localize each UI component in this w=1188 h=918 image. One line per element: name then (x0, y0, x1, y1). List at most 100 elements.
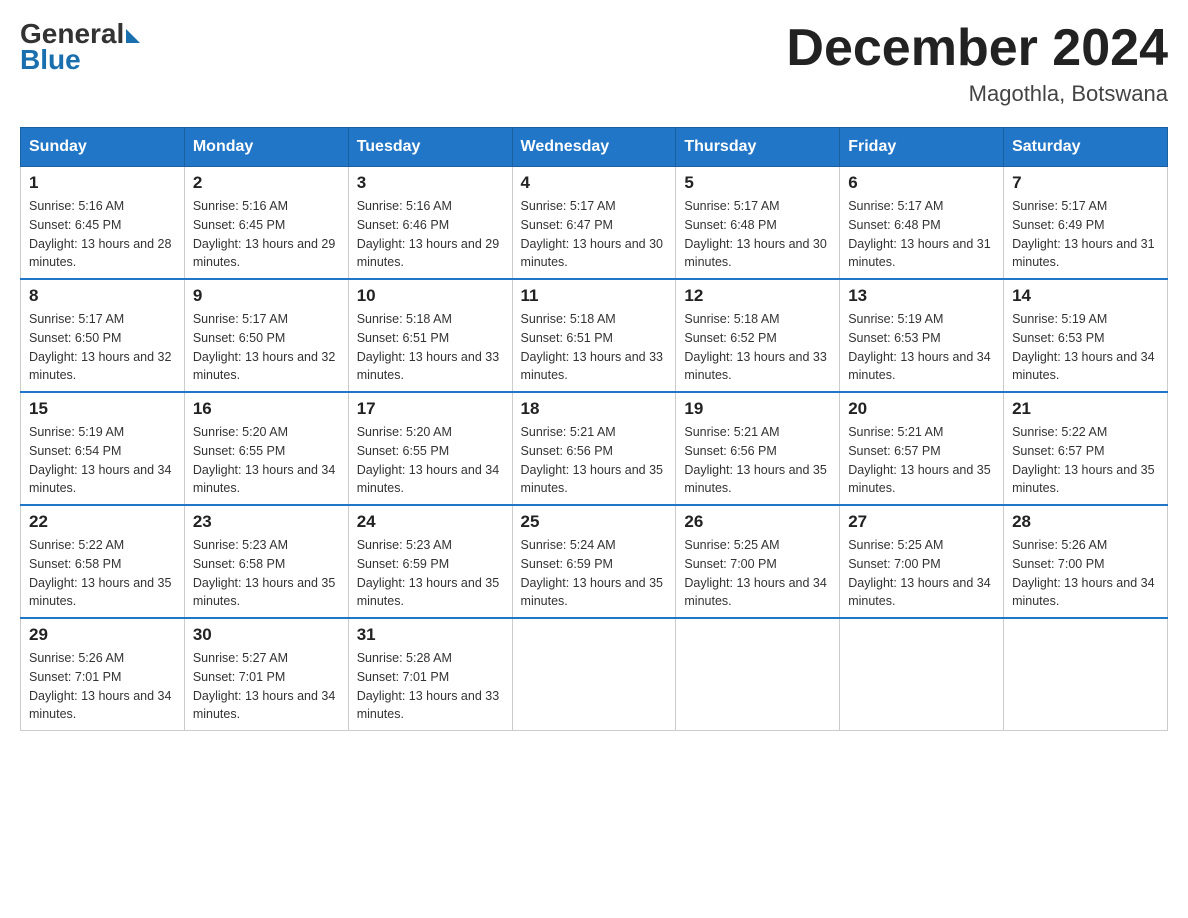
title-block: December 2024 Magothla, Botswana (786, 20, 1168, 107)
day-info: Sunrise: 5:25 AMSunset: 7:00 PMDaylight:… (848, 536, 995, 611)
weekday-header-friday: Friday (840, 128, 1004, 167)
page-header: General Blue December 2024 Magothla, Bot… (20, 20, 1168, 107)
calendar-week-row: 1 Sunrise: 5:16 AMSunset: 6:45 PMDaylight… (21, 167, 1168, 280)
day-info: Sunrise: 5:16 AMSunset: 6:46 PMDaylight:… (357, 197, 504, 272)
day-number: 28 (1012, 512, 1159, 532)
day-number: 8 (29, 286, 176, 306)
day-number: 1 (29, 173, 176, 193)
day-info: Sunrise: 5:26 AMSunset: 7:00 PMDaylight:… (1012, 536, 1159, 611)
day-info: Sunrise: 5:20 AMSunset: 6:55 PMDaylight:… (357, 423, 504, 498)
calendar-cell: 14 Sunrise: 5:19 AMSunset: 6:53 PMDayligh… (1004, 279, 1168, 392)
day-info: Sunrise: 5:19 AMSunset: 6:53 PMDaylight:… (848, 310, 995, 385)
calendar-week-row: 15Sunrise: 5:19 AMSunset: 6:54 PMDayligh… (21, 392, 1168, 505)
calendar-week-row: 22 Sunrise: 5:22 AMSunset: 6:58 PMDayligh… (21, 505, 1168, 618)
weekday-header-thursday: Thursday (676, 128, 840, 167)
day-number: 2 (193, 173, 340, 193)
weekday-header-tuesday: Tuesday (348, 128, 512, 167)
day-number: 20 (848, 399, 995, 419)
day-info: Sunrise: 5:22 AMSunset: 6:58 PMDaylight:… (29, 536, 176, 611)
day-number: 23 (193, 512, 340, 532)
calendar-cell (840, 618, 1004, 731)
day-info: Sunrise: 5:17 AMSunset: 6:50 PMDaylight:… (193, 310, 340, 385)
calendar-cell: 27Sunrise: 5:25 AMSunset: 7:00 PMDayligh… (840, 505, 1004, 618)
calendar-cell: 5 Sunrise: 5:17 AMSunset: 6:48 PMDaylight… (676, 167, 840, 280)
day-info: Sunrise: 5:25 AMSunset: 7:00 PMDaylight:… (684, 536, 831, 611)
day-info: Sunrise: 5:19 AMSunset: 6:53 PMDaylight:… (1012, 310, 1159, 385)
day-info: Sunrise: 5:18 AMSunset: 6:51 PMDaylight:… (521, 310, 668, 385)
weekday-header-saturday: Saturday (1004, 128, 1168, 167)
day-number: 31 (357, 625, 504, 645)
day-number: 14 (1012, 286, 1159, 306)
calendar-cell: 29Sunrise: 5:26 AMSunset: 7:01 PMDayligh… (21, 618, 185, 731)
calendar-cell: 26 Sunrise: 5:25 AMSunset: 7:00 PMDayligh… (676, 505, 840, 618)
day-info: Sunrise: 5:17 AMSunset: 6:49 PMDaylight:… (1012, 197, 1159, 272)
day-info: Sunrise: 5:28 AMSunset: 7:01 PMDaylight:… (357, 649, 504, 724)
calendar-cell: 17 Sunrise: 5:20 AMSunset: 6:55 PMDayligh… (348, 392, 512, 505)
day-info: Sunrise: 5:16 AMSunset: 6:45 PMDaylight:… (29, 197, 176, 272)
calendar-table: SundayMondayTuesdayWednesdayThursdayFrid… (20, 127, 1168, 731)
calendar-cell (512, 618, 676, 731)
day-number: 17 (357, 399, 504, 419)
calendar-week-row: 8 Sunrise: 5:17 AMSunset: 6:50 PMDaylight… (21, 279, 1168, 392)
calendar-cell: 10 Sunrise: 5:18 AMSunset: 6:51 PMDayligh… (348, 279, 512, 392)
calendar-cell: 20Sunrise: 5:21 AMSunset: 6:57 PMDayligh… (840, 392, 1004, 505)
day-number: 29 (29, 625, 176, 645)
calendar-cell: 24 Sunrise: 5:23 AMSunset: 6:59 PMDayligh… (348, 505, 512, 618)
day-number: 6 (848, 173, 995, 193)
day-number: 18 (521, 399, 668, 419)
calendar-cell: 22 Sunrise: 5:22 AMSunset: 6:58 PMDayligh… (21, 505, 185, 618)
day-info: Sunrise: 5:17 AMSunset: 6:47 PMDaylight:… (521, 197, 668, 272)
day-number: 13 (848, 286, 995, 306)
day-number: 5 (684, 173, 831, 193)
day-number: 7 (1012, 173, 1159, 193)
day-info: Sunrise: 5:20 AMSunset: 6:55 PMDaylight:… (193, 423, 340, 498)
logo: General Blue (20, 20, 140, 74)
calendar-cell: 25 Sunrise: 5:24 AMSunset: 6:59 PMDayligh… (512, 505, 676, 618)
calendar-cell: 4 Sunrise: 5:17 AMSunset: 6:47 PMDaylight… (512, 167, 676, 280)
day-number: 9 (193, 286, 340, 306)
calendar-cell: 12Sunrise: 5:18 AMSunset: 6:52 PMDayligh… (676, 279, 840, 392)
day-number: 11 (521, 286, 668, 306)
day-info: Sunrise: 5:21 AMSunset: 6:56 PMDaylight:… (684, 423, 831, 498)
day-info: Sunrise: 5:17 AMSunset: 6:48 PMDaylight:… (848, 197, 995, 272)
calendar-cell: 7 Sunrise: 5:17 AMSunset: 6:49 PMDaylight… (1004, 167, 1168, 280)
day-number: 26 (684, 512, 831, 532)
weekday-header-sunday: Sunday (21, 128, 185, 167)
calendar-cell: 16Sunrise: 5:20 AMSunset: 6:55 PMDayligh… (184, 392, 348, 505)
calendar-cell: 31 Sunrise: 5:28 AMSunset: 7:01 PMDayligh… (348, 618, 512, 731)
day-info: Sunrise: 5:22 AMSunset: 6:57 PMDaylight:… (1012, 423, 1159, 498)
calendar-cell: 6 Sunrise: 5:17 AMSunset: 6:48 PMDaylight… (840, 167, 1004, 280)
calendar-cell: 13 Sunrise: 5:19 AMSunset: 6:53 PMDayligh… (840, 279, 1004, 392)
day-info: Sunrise: 5:16 AMSunset: 6:45 PMDaylight:… (193, 197, 340, 272)
calendar-cell: 11 Sunrise: 5:18 AMSunset: 6:51 PMDayligh… (512, 279, 676, 392)
day-number: 10 (357, 286, 504, 306)
day-number: 21 (1012, 399, 1159, 419)
day-number: 19 (684, 399, 831, 419)
calendar-cell: 19 Sunrise: 5:21 AMSunset: 6:56 PMDayligh… (676, 392, 840, 505)
day-number: 22 (29, 512, 176, 532)
day-info: Sunrise: 5:24 AMSunset: 6:59 PMDaylight:… (521, 536, 668, 611)
calendar-cell: 8Sunrise: 5:17 AMSunset: 6:50 PMDaylight… (21, 279, 185, 392)
day-info: Sunrise: 5:23 AMSunset: 6:59 PMDaylight:… (357, 536, 504, 611)
logo-arrow-icon (126, 29, 140, 43)
day-number: 24 (357, 512, 504, 532)
logo-text-blue: Blue (20, 46, 140, 74)
calendar-cell: 1 Sunrise: 5:16 AMSunset: 6:45 PMDaylight… (21, 167, 185, 280)
calendar-cell: 23Sunrise: 5:23 AMSunset: 6:58 PMDayligh… (184, 505, 348, 618)
day-number: 25 (521, 512, 668, 532)
day-info: Sunrise: 5:18 AMSunset: 6:51 PMDaylight:… (357, 310, 504, 385)
calendar-cell: 3 Sunrise: 5:16 AMSunset: 6:46 PMDaylight… (348, 167, 512, 280)
day-info: Sunrise: 5:17 AMSunset: 6:48 PMDaylight:… (684, 197, 831, 272)
day-number: 4 (521, 173, 668, 193)
calendar-cell: 9 Sunrise: 5:17 AMSunset: 6:50 PMDaylight… (184, 279, 348, 392)
calendar-cell: 21 Sunrise: 5:22 AMSunset: 6:57 PMDayligh… (1004, 392, 1168, 505)
day-info: Sunrise: 5:21 AMSunset: 6:56 PMDaylight:… (521, 423, 668, 498)
day-number: 3 (357, 173, 504, 193)
calendar-header-row: SundayMondayTuesdayWednesdayThursdayFrid… (21, 128, 1168, 167)
calendar-cell (676, 618, 840, 731)
calendar-cell: 30Sunrise: 5:27 AMSunset: 7:01 PMDayligh… (184, 618, 348, 731)
weekday-header-monday: Monday (184, 128, 348, 167)
location-label: Magothla, Botswana (786, 81, 1168, 107)
calendar-cell (1004, 618, 1168, 731)
day-number: 15 (29, 399, 176, 419)
